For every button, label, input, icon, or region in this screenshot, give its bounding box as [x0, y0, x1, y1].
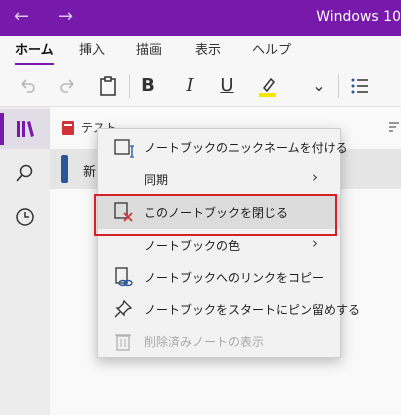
menu-item-notebook-color[interactable]: ノートブックの色 ›	[98, 229, 340, 261]
ribbon-tabs: ホーム 挿入 描画 表示 ヘルプ	[0, 36, 401, 66]
notebooks-button[interactable]	[0, 109, 50, 149]
menu-item-label: ノートブックのニックネームを付ける	[144, 141, 348, 155]
undo-icon	[21, 79, 35, 93]
bold-button[interactable]: B	[139, 74, 157, 98]
trash-icon	[115, 334, 131, 351]
search-button[interactable]	[0, 153, 50, 193]
clock-icon	[16, 208, 34, 226]
section-color-tab	[61, 155, 68, 183]
back-button[interactable]: ←	[14, 6, 29, 28]
underline-button[interactable]: U	[218, 74, 236, 98]
notebooks-icon	[17, 121, 34, 137]
context-menu: ノートブックのニックネームを付ける 同期 › このノートブックを閉じる ノートブ…	[97, 128, 360, 358]
highlight-button[interactable]	[255, 74, 279, 98]
highlighter-icon	[259, 77, 276, 97]
tab-help[interactable]: ヘルプ	[252, 42, 291, 60]
menu-item-label: ノートブックの色	[144, 239, 241, 253]
sort-icon[interactable]	[387, 121, 401, 135]
chevron-right-icon: ›	[312, 168, 318, 186]
tab-insert[interactable]: 挿入	[79, 42, 105, 60]
copy-link-icon	[115, 267, 133, 287]
menu-item-nickname[interactable]: ノートブックのニックネームを付ける	[98, 131, 348, 163]
title-bar: ← → Windows 10	[0, 0, 401, 36]
menu-item-copy-link[interactable]: ノートブックへのリンクをコピー	[98, 261, 340, 293]
menu-item-label: このノートブックを閉じる	[144, 206, 289, 220]
italic-button[interactable]: I	[181, 74, 199, 98]
rename-notebook-icon	[114, 139, 134, 158]
more-formatting-chevron[interactable]: ⌄	[310, 74, 328, 98]
toolbar-separator-2	[338, 74, 339, 98]
menu-item-close-notebook[interactable]: このノートブックを閉じる	[98, 195, 340, 229]
chevron-right-icon: ›	[312, 234, 318, 252]
clipboard-icon	[100, 76, 116, 96]
pin-icon	[114, 299, 133, 318]
menu-item-label: ノートブックへのリンクをコピー	[144, 271, 325, 285]
tab-home[interactable]: ホーム	[15, 42, 54, 65]
notebook-red-icon	[62, 121, 74, 135]
window-title: Windows 10	[316, 9, 401, 25]
tab-view[interactable]: 表示	[195, 42, 221, 60]
section-label: 新	[83, 165, 97, 180]
menu-item-label: 同期	[144, 173, 169, 187]
redo-button[interactable]	[55, 74, 81, 98]
menu-item-pin-to-start[interactable]: ノートブックをスタートにピン留めする	[98, 293, 360, 325]
toolbar-separator	[129, 74, 130, 98]
undo-button[interactable]	[14, 74, 40, 98]
menu-item-sync[interactable]: 同期 ›	[98, 163, 340, 195]
close-notebook-icon	[114, 202, 133, 222]
bullet-list-button[interactable]	[348, 74, 372, 98]
menu-item-show-deleted: 削除済みノートの表示	[98, 325, 340, 357]
bullet-list-icon	[351, 78, 368, 94]
tab-draw[interactable]: 描画	[136, 42, 162, 60]
menu-item-label: ノートブックをスタートにピン留めする	[144, 303, 361, 317]
paste-button[interactable]	[96, 74, 120, 98]
recent-button[interactable]	[0, 197, 50, 237]
forward-button[interactable]: →	[58, 6, 73, 28]
left-rail	[0, 107, 50, 415]
search-icon	[16, 164, 33, 182]
redo-icon	[60, 79, 74, 93]
toolbar: B I U ⌄	[0, 66, 401, 107]
menu-item-label: 削除済みノートの表示	[144, 335, 265, 349]
